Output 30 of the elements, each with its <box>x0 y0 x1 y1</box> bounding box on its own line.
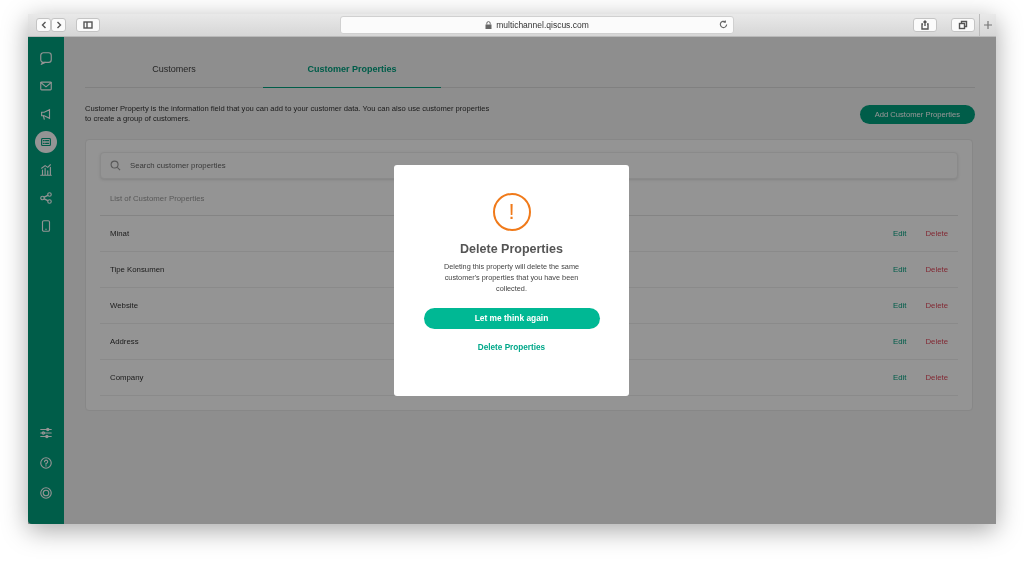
cancel-button[interactable]: Let me think again <box>423 307 600 329</box>
chart-icon <box>39 163 53 177</box>
megaphone-icon <box>39 107 53 121</box>
confirm-delete-button[interactable]: Delete Properties <box>471 341 552 353</box>
share-button[interactable] <box>913 18 937 32</box>
url-text: multichannel.qiscus.com <box>496 20 589 30</box>
contacts-icon <box>39 135 53 149</box>
dialog-title: Delete Properties <box>460 242 563 256</box>
lock-icon <box>485 21 493 29</box>
plus-icon <box>984 21 992 29</box>
mail-icon <box>39 79 53 93</box>
search-icon <box>110 159 121 171</box>
phone-icon <box>39 219 53 233</box>
tab[interactable]: Customers <box>85 57 263 88</box>
tabs-button[interactable] <box>951 18 975 32</box>
sidebar-toggle-button[interactable] <box>76 18 100 32</box>
tabs-icon <box>958 20 968 30</box>
reload-icon <box>719 20 728 29</box>
sidebar-item[interactable] <box>35 131 57 153</box>
back-button[interactable] <box>36 18 51 32</box>
forward-button[interactable] <box>51 18 66 32</box>
share-icon <box>39 191 53 205</box>
address-bar[interactable]: multichannel.qiscus.com <box>340 16 734 34</box>
sidebar-icon <box>83 20 93 30</box>
warning-icon: ! <box>492 193 531 231</box>
share-icon <box>920 20 930 30</box>
sliders-icon <box>39 426 53 440</box>
chat-icon <box>39 51 53 65</box>
help-icon <box>39 456 53 470</box>
tab[interactable]: Customer Properties <box>263 57 441 88</box>
